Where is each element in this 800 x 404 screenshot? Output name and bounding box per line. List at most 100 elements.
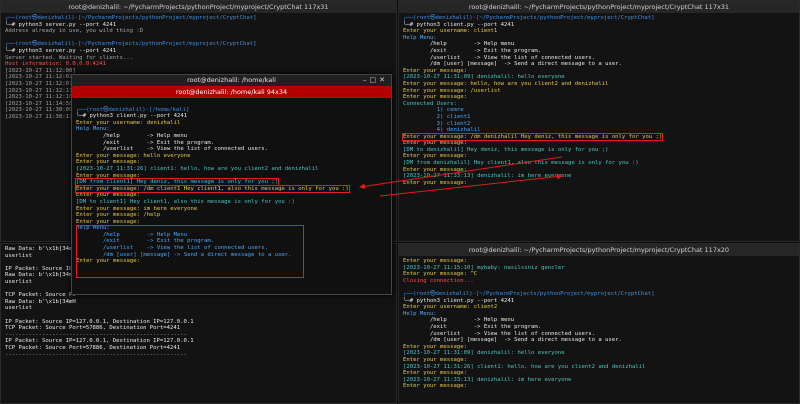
terminal-line: /userlist -> View the list of connected … bbox=[403, 330, 595, 337]
terminal-line: /userlist -> View the list of connected … bbox=[403, 54, 595, 61]
window-title: root@denizhalil: ~/PycharmProjects/pytho… bbox=[468, 246, 730, 254]
terminal-line: /userlist -> View the list of connected … bbox=[76, 146, 268, 153]
terminal-line: └─# python3 client.py --port 4241 bbox=[403, 297, 515, 304]
terminal-line: [DM from denizhalil] Hey client1, also t… bbox=[403, 160, 639, 167]
terminal-line: [2023-10-27 11:31:09] denizhalil: hello … bbox=[403, 74, 565, 81]
terminal-line: /exit -> Exit the program. bbox=[403, 323, 542, 330]
terminal-line: Enter your message: bbox=[403, 140, 467, 147]
terminal-line: [DM to client1] Hey client1, also this m… bbox=[76, 198, 295, 205]
help-menu-highlight-box bbox=[76, 225, 304, 278]
terminal-output[interactable]: ┌──(root㉿denizhalil)-[~/PycharmProjects/… bbox=[399, 13, 799, 188]
terminal-line: Enter your message: bbox=[403, 356, 467, 363]
terminal-line: /help -> Help menu bbox=[403, 41, 515, 48]
terminal-line: /help -> Help menu bbox=[76, 132, 188, 139]
terminal-line: ┌──(root㉿denizhalil)-[~/PycharmProjects/… bbox=[5, 41, 257, 48]
terminal-line: userlist bbox=[5, 305, 32, 312]
kali-terminal-tab[interactable]: root@denizhalil: /home/kali 94x34 bbox=[72, 86, 391, 98]
client2-terminal-titlebar[interactable]: root@denizhalil: ~/PycharmProjects/pytho… bbox=[399, 244, 799, 256]
terminal-line: Connected Users: bbox=[403, 100, 457, 107]
terminal-line: Enter your message: hello everyone bbox=[76, 152, 191, 159]
window-controls: –□✕ bbox=[363, 75, 388, 86]
terminal-line: Enter your message: bbox=[403, 179, 467, 186]
terminal-line: /exit -> Exit the program. bbox=[403, 47, 542, 54]
terminal-line: 2) client1 bbox=[403, 113, 471, 120]
terminal-line: Enter your message: im here everyone bbox=[76, 205, 198, 212]
terminal-line: ----------------------------------------… bbox=[5, 351, 187, 358]
terminal-line: └─# python3 client.py --port 4241 bbox=[403, 21, 515, 28]
terminal-line: Help Menu: bbox=[76, 126, 110, 133]
terminal-line: └─# python3 client.py --port 4241 bbox=[76, 113, 188, 120]
terminal-line: 1) cemre bbox=[403, 107, 464, 114]
terminal-line: Enter your message: /userlist bbox=[403, 87, 501, 94]
kali-window-titlebar[interactable]: root@denizhalil: /home/kali –□✕ bbox=[72, 75, 391, 86]
terminal-line: /dm [user] [message] -> Send a direct me… bbox=[403, 337, 622, 344]
window-title: root@denizhalil: ~/PycharmProjects/pytho… bbox=[68, 3, 329, 11]
terminal-line: Enter your message: bbox=[403, 383, 467, 390]
terminal-line: Enter your message: bbox=[403, 94, 467, 101]
highlighted-text: [DM from client1] Hey deniz, this messag… bbox=[74, 178, 280, 187]
terminal-line: [2023-10-27 11:33:13] denizhalil: im her… bbox=[403, 376, 572, 383]
terminal-line: Host information: 0.0.0.0:4241 bbox=[5, 61, 107, 68]
kali-terminal-window[interactable]: root@denizhalil: /home/kali –□✕ root@den… bbox=[71, 74, 392, 295]
terminal-line: IP Packet: Source IP=127.0.0.1, Destinat… bbox=[5, 318, 194, 325]
client1-terminal-titlebar[interactable]: root@denizhalil: ~/PycharmProjects/pytho… bbox=[399, 1, 799, 13]
terminal-line: /help -> Help menu bbox=[403, 317, 515, 324]
client1-terminal-window[interactable]: root@denizhalil: ~/PycharmProjects/pytho… bbox=[398, 0, 800, 242]
terminal-line: Enter your message: /help bbox=[76, 212, 161, 219]
terminal-line: 4) denizhalil bbox=[403, 127, 481, 134]
maximize-icon[interactable]: □ bbox=[370, 76, 380, 84]
terminal-line: ┌──(root㉿denizhalil)-[~/PycharmProjects/… bbox=[403, 290, 655, 297]
terminal-line: [2023-10-27 11:33:13] denizhalil: im her… bbox=[403, 173, 572, 180]
highlighted-text: Enter your message: /dm denizhalil Hey d… bbox=[401, 132, 664, 141]
terminal-line: Enter your message: bbox=[76, 192, 140, 199]
terminal-line: [2023-10-27 11:31:09] denizhalil: hello … bbox=[403, 350, 565, 357]
terminal-line: Enter your username: denizhalil bbox=[76, 119, 181, 126]
terminal-line: Enter your message: bbox=[403, 343, 467, 350]
terminal-line: Enter your message: bbox=[403, 258, 467, 264]
terminal-line: [2023-10-27 11:31:26] client1: hello, ho… bbox=[403, 363, 646, 370]
tab-title: root@denizhalil: /home/kali 94x34 bbox=[175, 88, 288, 96]
close-icon[interactable]: ✕ bbox=[379, 76, 388, 84]
terminal-line: 3) client2 bbox=[403, 120, 471, 127]
terminal-line: /exit -> Exit the program. bbox=[76, 139, 215, 146]
terminal-line: ┌──(root㉿denizhalil)-[~/PycharmProjects/… bbox=[5, 15, 257, 21]
terminal-line: ----------------------------------------… bbox=[5, 331, 187, 338]
terminal-line: [2023-10-27 11:31:26] client1: hello, ho… bbox=[76, 165, 319, 172]
window-title: root@denizhalil: /home/kali bbox=[187, 76, 276, 84]
terminal-line: IP Packet: Source IP=127.0.0.1, Destinat… bbox=[5, 338, 194, 345]
terminal-line: /dm [user] [message] -> Send a direct me… bbox=[403, 61, 622, 68]
window-title: root@denizhalil: ~/PycharmProjects/pytho… bbox=[468, 3, 730, 11]
highlighted-text: Enter your message: /dm client1 Hey clie… bbox=[75, 184, 350, 193]
terminal-line: [DM from client1] Hey deniz, this messag… bbox=[74, 178, 387, 187]
terminal-line: Server started. Waiting for clients... bbox=[5, 54, 133, 61]
terminal-line: Enter your message: bbox=[403, 67, 467, 74]
terminal-line: Help Menu: bbox=[403, 310, 437, 317]
server-terminal-titlebar[interactable]: root@denizhalil: ~/PycharmProjects/pytho… bbox=[1, 1, 396, 13]
terminal-line: Enter your message: /dm client1 Hey clie… bbox=[75, 184, 387, 193]
terminal-output[interactable]: Enter your message: [2023-10-27 11:15:10]… bbox=[399, 256, 799, 392]
terminal-line: Enter your message: bbox=[403, 166, 467, 173]
terminal-line: Enter your message: /dm denizhalil Hey d… bbox=[401, 132, 795, 141]
terminal-line: Address already in use, you wild thing :… bbox=[5, 28, 144, 35]
terminal-line: Enter your username: client1 bbox=[403, 28, 498, 35]
terminal-line: Closing connection... bbox=[403, 277, 474, 284]
terminal-line: Enter your message: bbox=[76, 159, 140, 166]
terminal-line: Enter your message: ^C bbox=[403, 271, 478, 278]
client2-terminal-window[interactable]: root@denizhalil: ~/PycharmProjects/pytho… bbox=[398, 243, 800, 404]
terminal-line: Raw Data: b'\x1b[34mH bbox=[5, 298, 76, 305]
terminal-line: Help Menu: bbox=[403, 34, 437, 41]
terminal-line: Enter your message: bbox=[403, 370, 467, 377]
terminal-line: └─# python3 server.py --port 4241 bbox=[5, 47, 117, 54]
terminal-line: TCP Packet: Source Port=57886, Destinati… bbox=[5, 344, 181, 351]
terminal-line: Enter your message: hello, how are you c… bbox=[403, 80, 609, 87]
terminal-line: [2023-10-27 11:15:10] mybaby: nasilsiniz… bbox=[403, 264, 565, 271]
terminal-line: └─# python3 server.py --port 4241 bbox=[5, 21, 117, 28]
terminal-line: [DM to denizhalil] Hey deniz, this messa… bbox=[403, 146, 609, 153]
terminal-line: ┌──(root㉿denizhalil)-[~/PycharmProjects/… bbox=[403, 15, 655, 21]
terminal-line: Enter your username: client2 bbox=[403, 304, 498, 311]
terminal-line: TCP Packet: Source Port=57886, Destinati… bbox=[5, 325, 181, 332]
terminal-line: Enter your message: bbox=[403, 153, 467, 160]
